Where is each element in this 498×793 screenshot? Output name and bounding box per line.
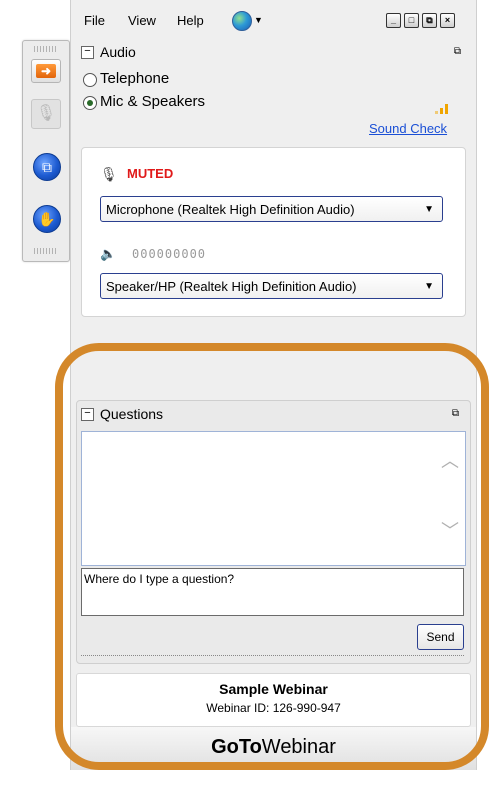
scroll-down-icon[interactable]: ﹀ bbox=[441, 522, 459, 540]
toolbar-grip-bottom[interactable] bbox=[34, 248, 58, 254]
collapse-icon[interactable]: − bbox=[81, 407, 94, 421]
popout-icon[interactable]: ⧉ bbox=[451, 46, 464, 58]
microphone-select-value: Microphone (Realtek High Definition Audi… bbox=[106, 202, 355, 217]
hand-icon: ✋ bbox=[38, 211, 56, 227]
menu-bar: File View Help ▼ _ □ ⧉ × bbox=[71, 0, 476, 40]
speaker-select-value: Speaker/HP (Realtek High Definition Audi… bbox=[106, 279, 357, 294]
popout-button[interactable]: ⧉ bbox=[422, 13, 437, 28]
mic-muted-status: MUTED bbox=[127, 166, 174, 181]
mic-speakers-label[interactable]: Mic & Speakers bbox=[100, 93, 205, 110]
audio-device-settings: 🎙 MUTED Microphone (Realtek High Definit… bbox=[81, 147, 466, 317]
microphone-icon: 🎙 bbox=[35, 105, 57, 122]
webinar-title: Sample Webinar bbox=[219, 681, 328, 697]
menu-help[interactable]: Help bbox=[177, 13, 204, 28]
webinar-info: Sample Webinar Webinar ID: 126-990-947 bbox=[76, 673, 471, 727]
signal-level-icon bbox=[435, 100, 453, 114]
speaker-level-meter: 000000000 bbox=[132, 247, 207, 261]
microphone-select[interactable]: Microphone (Realtek High Definition Audi… bbox=[100, 196, 443, 222]
telephone-label[interactable]: Telephone bbox=[100, 70, 169, 87]
speaker-icon: 🔈 bbox=[100, 246, 117, 261]
question-input[interactable]: Where do I type a question? bbox=[81, 568, 464, 616]
questions-panel: − Questions ⧉ ︿ ﹀ Where do I type a quest… bbox=[76, 400, 471, 664]
screen-view-button[interactable]: ⧉ bbox=[33, 153, 61, 181]
chevron-down-icon[interactable]: ▼ bbox=[254, 15, 263, 25]
show-hide-control-panel-button[interactable]: ➜ bbox=[31, 59, 61, 83]
questions-panel-title: Questions bbox=[100, 406, 164, 422]
menu-view[interactable]: View bbox=[128, 13, 156, 28]
toolbar-grip-top[interactable] bbox=[34, 46, 58, 52]
globe-language-icon[interactable] bbox=[232, 11, 252, 31]
chevron-down-icon: ▼ bbox=[424, 204, 434, 215]
send-button[interactable]: Send bbox=[417, 624, 464, 650]
microphone-icon: 🎙 bbox=[100, 166, 118, 182]
questions-log[interactable]: ︿ ﹀ bbox=[81, 431, 466, 566]
windows-icon: ⧉ bbox=[42, 159, 52, 175]
speaker-select[interactable]: Speaker/HP (Realtek High Definition Audi… bbox=[100, 273, 443, 299]
arrow-right-icon: ➜ bbox=[36, 64, 56, 78]
control-panel-window: File View Help ▼ _ □ ⧉ × − Audio ⧉ Teleph… bbox=[70, 0, 477, 770]
brand-bold: GoTo bbox=[211, 736, 262, 758]
webinar-id: Webinar ID: 126-990-947 bbox=[206, 701, 341, 715]
questions-panel-header: − Questions ⧉ bbox=[81, 403, 464, 425]
close-button[interactable]: × bbox=[440, 13, 455, 28]
minimize-button[interactable]: _ bbox=[386, 13, 401, 28]
popout-icon[interactable]: ⧉ bbox=[449, 408, 462, 420]
telephone-radio[interactable] bbox=[83, 73, 97, 87]
audio-panel-title: Audio bbox=[100, 44, 136, 60]
panel-divider bbox=[81, 655, 464, 656]
mic-speakers-radio[interactable] bbox=[83, 96, 97, 110]
mic-toggle-button[interactable]: 🎙 bbox=[31, 99, 61, 129]
scroll-up-icon[interactable]: ︿ bbox=[441, 452, 459, 470]
audio-panel-header: − Audio ⧉ bbox=[81, 41, 466, 63]
collapse-icon[interactable]: − bbox=[81, 45, 94, 59]
brand-regular: Webinar bbox=[261, 736, 336, 758]
chevron-down-icon: ▼ bbox=[424, 281, 434, 292]
raise-hand-button[interactable]: ✋ bbox=[33, 205, 61, 233]
restore-button[interactable]: □ bbox=[404, 13, 419, 28]
gotowebinar-logo: GoToWebinar bbox=[71, 727, 476, 770]
menu-file[interactable]: File bbox=[84, 13, 105, 28]
side-toolbar: ➜ 🎙 ⧉ ✋ bbox=[22, 40, 70, 262]
sound-check-link[interactable]: Sound Check bbox=[369, 121, 447, 136]
